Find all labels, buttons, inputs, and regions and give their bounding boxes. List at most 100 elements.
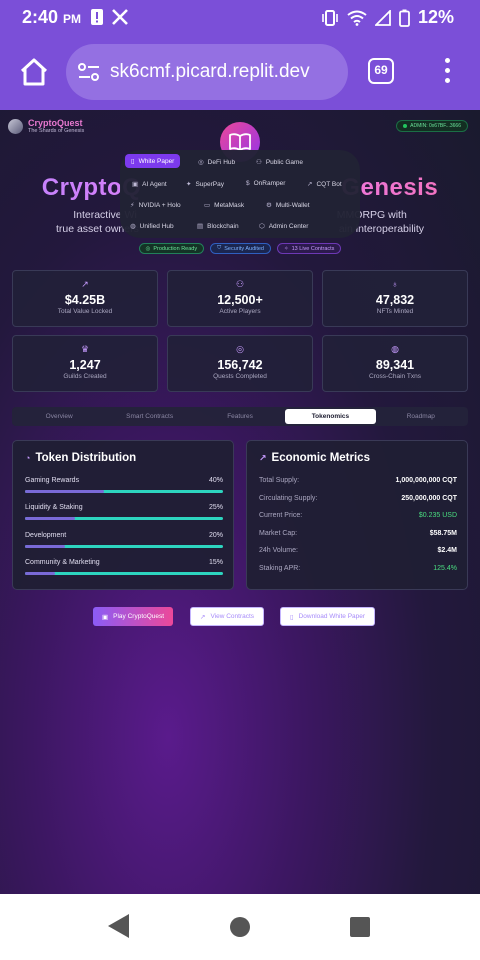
recents-icon[interactable] xyxy=(350,917,370,937)
stat-value: $4.25B xyxy=(64,293,106,307)
chip-icon: ⚡ xyxy=(130,202,135,209)
battery-percent: 12% xyxy=(417,7,454,27)
stat-card-quests: ◎ 156,742 Quests Completed xyxy=(167,335,313,392)
tab-switcher-button[interactable]: 69 xyxy=(368,58,394,84)
crown-icon: ♛ xyxy=(80,344,90,354)
metric-row: Market Cap: $58.75M xyxy=(259,530,457,537)
nav-white-paper[interactable]: ▯ White Paper xyxy=(125,154,181,168)
nav-cqt-bot[interactable]: ↗ CQT Bot xyxy=(307,180,342,189)
trending-icon: ↗ xyxy=(307,181,313,188)
battery-icon xyxy=(399,9,410,27)
x-app-icon xyxy=(112,9,128,25)
nav-ai-agent[interactable]: ▣ AI Agent xyxy=(132,180,167,189)
admin-badge[interactable]: ADMIN: 0x67BF...3666 xyxy=(396,120,468,132)
stat-card-crosschain: ◍ 89,341 Cross-Chain Txns xyxy=(322,335,468,392)
address-bar[interactable]: sk6cmf.picard.replit.dev xyxy=(66,44,348,100)
brand[interactable]: CryptoQuest The Shards of Genesis xyxy=(8,118,84,134)
panel-title: ◔ Token Distribution xyxy=(25,452,137,464)
book-icon: ▯ xyxy=(131,158,135,165)
book-icon: ▯ xyxy=(290,613,294,621)
metric-row: Total Supply: 1,000,000,000 CQT xyxy=(259,477,457,484)
brand-logo xyxy=(8,118,23,134)
browser-toolbar: sk6cmf.picard.replit.dev 69 xyxy=(0,36,480,110)
nav-unified-hub[interactable]: ◍ Unified Hub xyxy=(130,222,174,231)
stat-label: NFTs Minted xyxy=(376,308,414,315)
nav-admin-center[interactable]: ⬡ Admin Center xyxy=(259,222,308,231)
vibrate-icon xyxy=(322,9,338,26)
stat-card-guilds: ♛ 1,247 Guilds Created xyxy=(12,335,158,392)
stat-value: 1,247 xyxy=(69,358,101,372)
dollar-icon: $ xyxy=(246,180,250,187)
metric-row: Staking APR: 125.4% xyxy=(259,565,457,572)
stat-label: Cross-Chain Txns xyxy=(369,373,421,380)
settings-icon: ⚙ xyxy=(266,202,272,209)
economic-metrics-panel: ↗ Economic Metrics Total Supply: 1,000,000… xyxy=(246,440,468,590)
globe-icon: ◍ xyxy=(130,223,136,230)
progress-fill xyxy=(25,517,75,520)
brand-title: CryptoQuest xyxy=(28,118,83,128)
url-text[interactable]: sk6cmf.picard.replit.dev xyxy=(110,61,340,83)
award-icon: ♁ xyxy=(391,279,399,289)
external-link-icon: ↗ xyxy=(200,613,206,621)
stat-card-nfts: ♁ 47,832 NFTs Minted xyxy=(322,270,468,327)
bot-icon: ▣ xyxy=(132,181,139,188)
nav-blockchain[interactable]: ▤ Blockchain xyxy=(197,222,239,231)
progress-bar xyxy=(25,572,223,575)
metric-row: Current Price: $0.235 USD xyxy=(259,512,457,519)
tab-smart-contracts[interactable]: Smart Contracts xyxy=(104,409,194,424)
stat-card-players: ⚇ 12,500+ Active Players xyxy=(167,270,313,327)
tab-roadmap[interactable]: Roadmap xyxy=(376,409,466,424)
stat-card-tvl: ↗ $4.25B Total Value Locked xyxy=(12,270,158,327)
nav-nvidia-holo[interactable]: ⚡ NVIDIA + Holo xyxy=(130,201,181,210)
system-nav-bar xyxy=(0,894,480,960)
brand-subtitle: The Shards of Genesis xyxy=(28,128,85,134)
shield-icon: ⛉ xyxy=(217,245,222,251)
badge-live-contracts: ✧ 13 Live Contracts xyxy=(277,243,342,254)
stat-value: 89,341 xyxy=(375,358,415,372)
signal-icon xyxy=(374,9,391,26)
wallet-icon: ▭ xyxy=(204,202,211,209)
token-distribution-panel: ◔ Token Distribution Gaming Rewards 40% Li… xyxy=(12,440,234,590)
distribution-row: Community & Marketing 15% xyxy=(25,559,223,575)
tab-overview[interactable]: Overview xyxy=(14,409,104,424)
home-icon[interactable] xyxy=(18,56,50,88)
browser-menu-icon[interactable] xyxy=(440,58,454,88)
users-icon: ⚇ xyxy=(235,279,245,289)
distribution-row: Development 20% xyxy=(25,532,223,548)
database-icon: ▤ xyxy=(197,223,204,230)
view-contracts-button[interactable]: ↗ View Contracts xyxy=(190,607,265,626)
shield-icon: ⬡ xyxy=(259,223,265,230)
back-icon[interactable] xyxy=(108,914,129,938)
nav-multi-wallet[interactable]: ⚙ Multi-Wallet xyxy=(266,201,310,210)
stat-value: 156,742 xyxy=(217,358,263,372)
stat-value: 12,500+ xyxy=(217,293,263,307)
badge-production-ready: ◎ Production Ready xyxy=(138,243,205,254)
tab-tokenomics[interactable]: Tokenomics xyxy=(285,409,376,424)
nav-superpay[interactable]: ✦ SuperPay xyxy=(186,180,224,189)
stat-value: 47,832 xyxy=(375,293,415,307)
status-time: 2:40 PM xyxy=(22,7,82,27)
play-cryptoquest-button[interactable]: ▣ Play CryptoQuest xyxy=(93,607,174,626)
nav-defi-hub[interactable]: ◎ DeFi Hub xyxy=(198,158,235,167)
home-circle-icon[interactable] xyxy=(230,917,250,937)
stat-label: Active Players xyxy=(219,308,261,315)
progress-fill xyxy=(25,490,105,493)
check-circle-icon: ◎ xyxy=(145,245,151,252)
stat-label: Quests Completed xyxy=(213,373,267,380)
nav-onramper[interactable]: $ OnRamper xyxy=(246,180,285,187)
status-bar: 2:40 PM 12% xyxy=(0,0,480,36)
progress-bar xyxy=(25,545,223,548)
users-icon: ⚇ xyxy=(256,159,262,166)
trending-up-icon: ↗ xyxy=(259,452,267,463)
download-whitepaper-button[interactable]: ▯ Download White Paper xyxy=(280,607,376,626)
site-settings-icon[interactable] xyxy=(78,63,100,81)
coins-icon: ◎ xyxy=(198,159,204,166)
web-page: CryptoQuest The Shards of Genesis ADMIN:… xyxy=(0,110,480,894)
nav-public-game[interactable]: ⚇ Public Game xyxy=(256,158,303,167)
nav-metamask[interactable]: ▭ MetaMask xyxy=(204,201,244,210)
metric-row: 24h Volume: $2.4M xyxy=(259,547,457,554)
tab-features[interactable]: Features xyxy=(195,409,285,424)
badge-security-audited: ⛉ Security Audited xyxy=(210,243,271,254)
stat-label: Guilds Created xyxy=(63,373,107,380)
progress-bar xyxy=(25,517,223,520)
